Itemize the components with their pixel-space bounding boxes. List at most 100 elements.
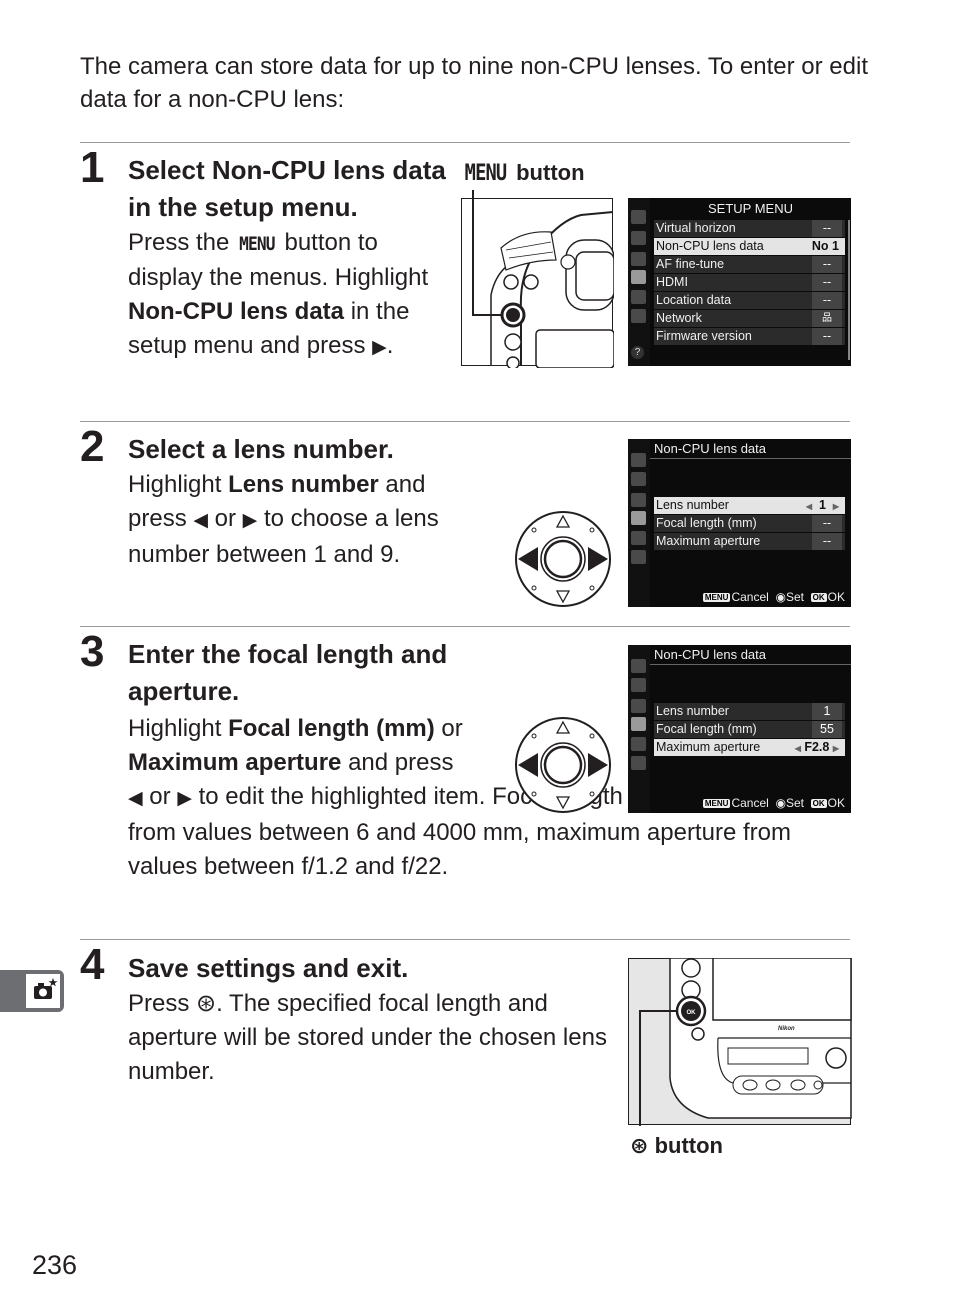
right-arrow-glyph: ▶ <box>372 337 387 358</box>
right-arrow-glyph: ▶ <box>242 510 258 531</box>
menu-item-non-cpu-lens-data[interactable]: Non-CPU lens data No 1 <box>654 238 845 255</box>
cancel-label: Cancel <box>731 590 769 604</box>
menu-item-firmware-version[interactable]: Firmware version -- <box>654 328 845 345</box>
text: Press the <box>128 229 237 256</box>
item-label: Focal length (mm) <box>656 516 757 530</box>
my-menu-icon[interactable] <box>631 309 646 323</box>
text: Highlight <box>128 471 229 498</box>
menu-button-caption: MENU button <box>461 160 585 186</box>
section-tab[interactable] <box>0 970 64 1012</box>
item-value: -- <box>812 274 842 291</box>
lens-number-value: ◀ 1 ▶ <box>803 497 842 515</box>
menu-item-network[interactable]: Network 品 <box>654 310 845 327</box>
multi-selector-left-right-icon <box>515 717 611 813</box>
scrollbar[interactable] <box>848 220 850 360</box>
item-label: Network <box>656 311 702 325</box>
value-text: 1 <box>818 498 826 512</box>
set-label: Set <box>785 796 804 810</box>
left-arrow-icon[interactable]: ◀ <box>806 502 812 511</box>
help-icon[interactable]: ? <box>631 346 644 359</box>
retouch-menu-icon[interactable] <box>631 531 646 545</box>
playback-menu-icon[interactable] <box>631 210 646 224</box>
focal-length-row[interactable]: Focal length (mm) -- <box>654 515 845 532</box>
maximum-aperture-row[interactable]: Maximum aperture -- <box>654 533 845 550</box>
camera-back-illustration-menu <box>461 190 614 368</box>
ok-key-icon: OK <box>810 593 827 602</box>
focal-length-row[interactable]: Focal length (mm) 55 <box>654 721 845 738</box>
menu-item-hdmi[interactable]: HDMI -- <box>654 274 845 291</box>
menu-key-icon: MENU <box>702 799 731 808</box>
maximum-aperture-row[interactable]: Maximum aperture ◀ F2.8 ▶ <box>654 739 845 756</box>
shooting-menu-icon[interactable] <box>631 678 646 692</box>
setup-menu-icon[interactable] <box>631 717 646 731</box>
screen-title: Non-CPU lens data <box>654 647 766 662</box>
item-value: 55 <box>812 721 842 738</box>
network-icon: 品 <box>812 310 842 327</box>
item-label: HDMI <box>656 275 688 289</box>
non-cpu-lens-data-screen-1: Non-CPU lens data Lens number ◀ 1 ▶ Focal… <box>628 439 851 607</box>
left-arrow-glyph: ◀ <box>128 788 143 809</box>
title-underline <box>650 458 851 459</box>
item-value: -- <box>812 328 842 345</box>
intro-paragraph: The camera can store data for up to nine… <box>80 53 868 113</box>
menu-glyph: MENU <box>464 161 507 186</box>
lens-number-row[interactable]: Lens number 1 <box>654 703 845 720</box>
my-menu-icon[interactable] <box>631 756 646 770</box>
caption-label: button <box>516 160 585 185</box>
setup-menu-icon[interactable] <box>631 511 646 525</box>
menu-tabs: ? <box>628 198 650 366</box>
playback-menu-icon[interactable] <box>631 453 646 467</box>
lens-number-row[interactable]: Lens number ◀ 1 ▶ <box>654 497 845 514</box>
item-value: -- <box>812 220 842 237</box>
left-arrow-icon[interactable]: ◀ <box>795 744 801 753</box>
divider <box>80 142 850 143</box>
step-description: Press the MENU button to display the men… <box>128 226 453 365</box>
right-arrow-icon[interactable]: ▶ <box>833 744 839 753</box>
step-title: Save settings and exit. <box>128 953 409 983</box>
retouch-menu-icon[interactable] <box>631 290 646 304</box>
item-label: Maximum aperture <box>656 740 761 754</box>
custom-settings-icon[interactable] <box>631 699 646 713</box>
step-number: 1 <box>80 143 105 192</box>
item-label: Focal length (mm) <box>656 722 757 736</box>
menu-item-af-fine-tune[interactable]: AF fine-tune -- <box>654 256 845 273</box>
page-number: 236 <box>32 1250 78 1280</box>
value-text: F2.8 <box>804 740 830 754</box>
ok-label: OK <box>827 590 845 604</box>
item-value: -- <box>812 292 842 309</box>
step-title: Select a lens number. <box>128 434 394 464</box>
item-value: -- <box>812 533 842 550</box>
text: or <box>434 715 463 742</box>
step-3-title-block: Enter the focal length and aperture. <box>128 636 508 710</box>
screen-title: SETUP MENU <box>708 201 793 216</box>
custom-settings-icon[interactable] <box>631 252 646 266</box>
item-value: -- <box>812 515 842 532</box>
text: Press <box>128 990 197 1017</box>
custom-settings-icon[interactable] <box>631 493 646 507</box>
emphasis: Focal length (mm) <box>228 715 435 742</box>
text: . <box>386 332 394 359</box>
playback-menu-icon[interactable] <box>631 659 646 673</box>
divider <box>80 939 850 940</box>
right-arrow-glyph: ▶ <box>177 788 192 809</box>
step-description: Press ⊛. The specified focal length and … <box>128 987 608 1089</box>
my-menu-icon[interactable] <box>631 550 646 564</box>
item-label: AF fine-tune <box>656 257 725 271</box>
menu-item-virtual-horizon[interactable]: Virtual horizon -- <box>654 220 845 237</box>
right-arrow-icon[interactable]: ▶ <box>833 502 839 511</box>
emphasis: Non-CPU lens data <box>128 298 345 325</box>
ok-button-caption: ⊛ button <box>630 1133 723 1159</box>
camera-back-illustration-ok: OK Nikon <box>628 958 852 1126</box>
step-number: 2 <box>80 422 105 471</box>
shooting-menu-icon[interactable] <box>631 472 646 486</box>
setup-menu-icon[interactable] <box>631 270 646 284</box>
ok-button-glyph: ⊛ <box>196 990 217 1017</box>
text: or <box>207 505 243 532</box>
shooting-menu-icon[interactable] <box>631 231 646 245</box>
menu-item-location-data[interactable]: Location data -- <box>654 292 845 309</box>
retouch-menu-icon[interactable] <box>631 737 646 751</box>
ok-label: OK <box>827 796 845 810</box>
step-description: Highlight Lens number and press ◀ or ▶ t… <box>128 468 488 572</box>
item-label: Virtual horizon <box>656 221 736 235</box>
custom-shooting-camera-star-icon <box>26 974 60 1008</box>
